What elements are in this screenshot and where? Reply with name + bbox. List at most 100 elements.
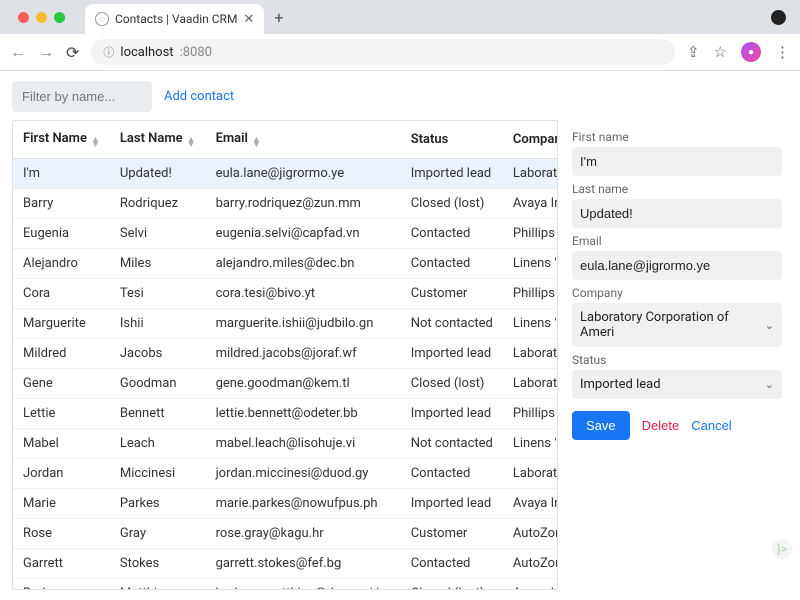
- cell-company: AutoZone, Inc.: [503, 549, 558, 579]
- bookmark-icon[interactable]: ☆: [714, 43, 727, 61]
- cell-last: Miccinesi: [110, 459, 206, 489]
- status-select[interactable]: Imported lead ⌄: [572, 370, 782, 399]
- profile-avatar[interactable]: ●: [741, 42, 761, 62]
- browser-chrome: ◌ Contacts | Vaadin CRM ✕ + ← → ⟳ ⓘ loca…: [0, 0, 800, 71]
- table-row[interactable]: MildredJacobsmildred.jacobs@joraf.wfImpo…: [13, 339, 558, 369]
- cell-first: Gene: [13, 369, 110, 399]
- cell-company: Laboratory Corpora: [503, 369, 558, 399]
- cell-first: Mabel: [13, 429, 110, 459]
- url-port: :8080: [180, 45, 212, 60]
- table-row[interactable]: LettieBennettlettie.bennett@odeter.bbImp…: [13, 399, 558, 429]
- cell-email: alejandro.miles@dec.bn: [206, 249, 401, 279]
- cell-first: Garrett: [13, 549, 110, 579]
- cell-company: Linens 'n Things Inc: [503, 309, 558, 339]
- last-name-field[interactable]: [572, 199, 782, 228]
- window-controls: [8, 12, 75, 23]
- cell-company: Laboratory Corpora: [503, 159, 558, 189]
- cell-email: garrett.stokes@fef.bg: [206, 549, 401, 579]
- cell-company: Phillips Van Heusen: [503, 399, 558, 429]
- label-company: Company: [572, 286, 782, 300]
- sort-icon: ▲▼: [252, 138, 261, 148]
- back-button[interactable]: ←: [10, 42, 26, 62]
- cell-last: Stokes: [110, 549, 206, 579]
- share-icon[interactable]: ⇪: [687, 43, 700, 61]
- forward-button[interactable]: →: [38, 42, 54, 62]
- close-tab-icon[interactable]: ✕: [243, 12, 254, 27]
- cell-company: Linens 'n Things Inc: [503, 429, 558, 459]
- maximize-window-icon[interactable]: [54, 12, 65, 23]
- table-row[interactable]: MargueriteIshiimarguerite.ishii@judbilo.…: [13, 309, 558, 339]
- delete-button[interactable]: Delete: [642, 418, 680, 433]
- cell-email: barry.rodriquez@zun.mm: [206, 189, 401, 219]
- vaadin-badge-icon[interactable]: }>: [772, 539, 792, 559]
- table-row[interactable]: GarrettStokesgarrett.stokes@fef.bgContac…: [13, 549, 558, 579]
- col-company[interactable]: Company: [503, 121, 558, 159]
- close-window-icon[interactable]: [18, 12, 29, 23]
- site-info-icon[interactable]: ⓘ: [103, 44, 114, 60]
- table-row[interactable]: EugeniaSelvieugenia.selvi@capfad.vnConta…: [13, 219, 558, 249]
- save-button[interactable]: Save: [572, 411, 630, 440]
- cell-first: Lettie: [13, 399, 110, 429]
- cell-last: Leach: [110, 429, 206, 459]
- cell-company: Laboratory Corpora: [503, 339, 558, 369]
- label-last-name: Last name: [572, 182, 782, 196]
- cell-email: eugenia.selvi@capfad.vn: [206, 219, 401, 249]
- extensions-menu[interactable]: [771, 10, 786, 25]
- table-row[interactable]: RoseGrayrose.gray@kagu.hrCustomerAutoZon…: [13, 519, 558, 549]
- cell-company: Avaya Inc.: [503, 489, 558, 519]
- col-last-name[interactable]: Last Name▲▼: [110, 121, 206, 159]
- tab-title: Contacts | Vaadin CRM: [115, 12, 237, 26]
- filter-input[interactable]: [12, 81, 152, 112]
- cell-first: Eugenia: [13, 219, 110, 249]
- cell-first: Barry: [13, 189, 110, 219]
- minimize-window-icon[interactable]: [36, 12, 47, 23]
- table-row[interactable]: JordanMiccinesijordan.miccinesi@duod.gyC…: [13, 459, 558, 489]
- cell-first: I'm: [13, 159, 110, 189]
- cell-last: Bennett: [110, 399, 206, 429]
- chevron-down-icon: ⌄: [765, 378, 774, 391]
- cell-status: Customer: [401, 279, 503, 309]
- cell-company: Phillips Van Heusen: [503, 219, 558, 249]
- kebab-menu-icon[interactable]: ⋮: [775, 43, 790, 61]
- cell-first: Jordan: [13, 459, 110, 489]
- cell-email: lettie.bennett@odeter.bb: [206, 399, 401, 429]
- contact-form: First name Last name Email Company Labor…: [566, 120, 788, 590]
- col-status[interactable]: Status: [401, 121, 503, 159]
- cell-last: Updated!: [110, 159, 206, 189]
- company-select[interactable]: Laboratory Corporation of Ameri ⌄: [572, 303, 782, 347]
- cell-first: Alejandro: [13, 249, 110, 279]
- new-tab-button[interactable]: +: [274, 8, 283, 27]
- extension-icon: [771, 10, 786, 25]
- cell-last: Gray: [110, 519, 206, 549]
- reload-button[interactable]: ⟳: [66, 43, 79, 62]
- cell-email: mabel.leach@lisohuje.vi: [206, 429, 401, 459]
- col-email[interactable]: Email▲▼: [206, 121, 401, 159]
- app-root: Add contact First Name▲▼ Last Name▲▼ Ema…: [0, 71, 800, 600]
- add-contact-button[interactable]: Add contact: [164, 89, 234, 104]
- table-row[interactable]: MabelLeachmabel.leach@lisohuje.viNot con…: [13, 429, 558, 459]
- cell-first: Marie: [13, 489, 110, 519]
- table-row[interactable]: GeneGoodmangene.goodman@kem.tlClosed (lo…: [13, 369, 558, 399]
- label-first-name: First name: [572, 130, 782, 144]
- email-field[interactable]: [572, 251, 782, 280]
- table-row[interactable]: I'mUpdated!eula.lane@jigrormo.yeImported…: [13, 159, 558, 189]
- table-row[interactable]: MarieParkesmarie.parkes@nowufpus.phImpor…: [13, 489, 558, 519]
- cancel-button[interactable]: Cancel: [691, 418, 731, 433]
- url-input[interactable]: ⓘ localhost:8080: [91, 39, 675, 65]
- cell-last: Ishii: [110, 309, 206, 339]
- cell-status: Imported lead: [401, 489, 503, 519]
- table-row[interactable]: AlejandroMilesalejandro.miles@dec.bnCont…: [13, 249, 558, 279]
- cell-status: Customer: [401, 519, 503, 549]
- col-first-name[interactable]: First Name▲▼: [13, 121, 110, 159]
- browser-tab[interactable]: ◌ Contacts | Vaadin CRM ✕: [85, 4, 264, 34]
- label-status: Status: [572, 353, 782, 367]
- cell-last: Selvi: [110, 219, 206, 249]
- table-row[interactable]: BarbaraMatthieubarbara.matthieu@derwogi.…: [13, 579, 558, 591]
- globe-icon: ◌: [95, 12, 109, 26]
- cell-company: Avaya Inc.: [503, 189, 558, 219]
- cell-last: Rodriquez: [110, 189, 206, 219]
- table-row[interactable]: CoraTesicora.tesi@bivo.ytCustomerPhillip…: [13, 279, 558, 309]
- cell-first: Rose: [13, 519, 110, 549]
- table-row[interactable]: BarryRodriquezbarry.rodriquez@zun.mmClos…: [13, 189, 558, 219]
- first-name-field[interactable]: [572, 147, 782, 176]
